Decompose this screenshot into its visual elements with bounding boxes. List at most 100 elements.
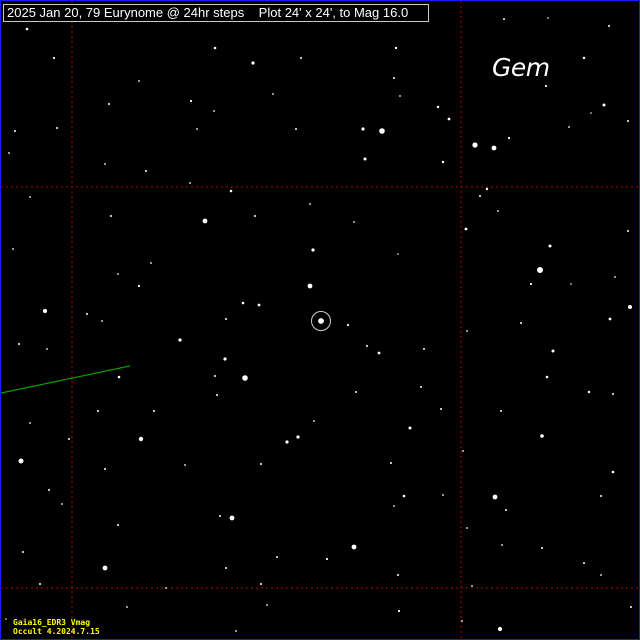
star: [145, 170, 147, 172]
star: [219, 515, 221, 517]
star: [485, 187, 489, 191]
star: [461, 620, 463, 622]
star: [266, 604, 268, 606]
star: [325, 557, 329, 561]
star: [189, 182, 191, 184]
star: [541, 547, 543, 549]
star: [257, 303, 261, 307]
star: [393, 77, 395, 79]
star: [355, 391, 357, 393]
star: [379, 128, 385, 134]
star: [361, 127, 365, 131]
star: [251, 61, 255, 65]
star: [56, 127, 58, 129]
star: [307, 283, 313, 289]
star: [311, 248, 315, 252]
star: [397, 609, 401, 613]
star: [492, 494, 498, 500]
star: [117, 375, 121, 379]
chart-title: 2025 Jan 20, 79 Eurynome @ 24hr steps Pl…: [3, 4, 429, 22]
star: [479, 195, 481, 197]
star: [216, 394, 218, 396]
star: [612, 393, 614, 395]
star: [420, 386, 422, 388]
star: [466, 330, 468, 332]
star: [117, 524, 119, 526]
star: [608, 317, 612, 321]
star: [408, 426, 412, 430]
catalog-label: Gaia16_EDR3 Vmag: [13, 618, 91, 627]
star: [14, 130, 16, 132]
star: [313, 420, 315, 422]
star: [46, 348, 48, 350]
star: [627, 230, 629, 232]
star: [394, 46, 398, 50]
star: [25, 27, 29, 31]
star: [104, 468, 106, 470]
star: [497, 626, 503, 632]
star: [628, 305, 632, 309]
star: [110, 215, 112, 217]
star: [353, 221, 355, 223]
star: [97, 410, 99, 412]
star: [614, 276, 616, 278]
star: [48, 489, 50, 491]
star: [627, 120, 629, 122]
star: [8, 152, 10, 154]
star: [441, 160, 445, 164]
star: [300, 57, 302, 59]
star: [29, 422, 31, 424]
star: [505, 509, 507, 511]
star: [229, 515, 235, 521]
star: [399, 95, 401, 97]
star: [137, 284, 141, 288]
star: [548, 244, 552, 248]
star: [447, 117, 451, 121]
star: [436, 105, 440, 109]
star: [225, 318, 227, 320]
star: [363, 157, 367, 161]
star: [150, 262, 152, 264]
star: [178, 338, 182, 342]
star: [471, 585, 473, 587]
star: [545, 375, 549, 379]
star: [630, 606, 632, 608]
star: [272, 93, 274, 95]
star: [351, 544, 357, 550]
star: [462, 450, 464, 452]
star: [423, 348, 425, 350]
star: [377, 351, 381, 355]
star: [397, 574, 399, 576]
star: [583, 562, 585, 564]
star: [529, 282, 533, 286]
star: [390, 462, 392, 464]
star: [295, 128, 297, 130]
star: [18, 458, 24, 464]
star: [464, 227, 468, 231]
star: [503, 18, 505, 20]
star: [86, 313, 88, 315]
star: [196, 128, 198, 130]
star: [466, 527, 468, 529]
star: [260, 583, 262, 585]
star: [68, 438, 70, 440]
star: [202, 218, 208, 224]
sky-plot: [1, 1, 639, 639]
star: [5, 618, 7, 620]
star: [101, 320, 103, 322]
star: [402, 494, 406, 498]
star: [214, 375, 216, 377]
star: [501, 544, 503, 546]
star: [242, 375, 248, 381]
star: [254, 215, 256, 217]
star: [126, 606, 128, 608]
star: [104, 163, 106, 165]
star: [568, 126, 570, 128]
star: [276, 556, 278, 558]
star: [507, 136, 511, 140]
star: [184, 464, 186, 466]
star: [540, 434, 544, 438]
star: [547, 17, 549, 19]
star: [235, 630, 237, 632]
star: [600, 495, 602, 497]
